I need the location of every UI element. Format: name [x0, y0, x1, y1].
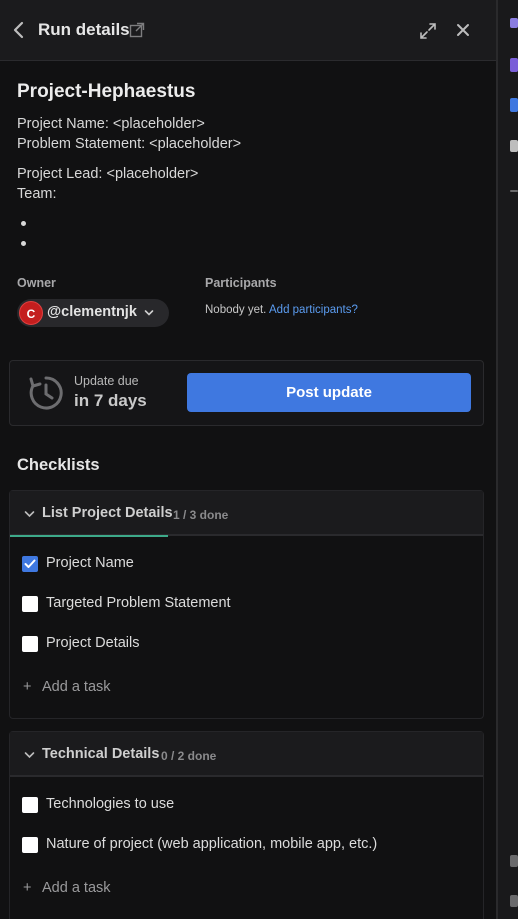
close-icon[interactable] [455, 22, 471, 38]
background-app-strip [498, 0, 518, 919]
checklist-title: List Project Details [42, 505, 173, 521]
app-icon [510, 855, 518, 867]
chevron-down-icon[interactable] [24, 751, 35, 759]
external-link-icon[interactable] [129, 22, 145, 38]
add-task-label: Add a task [42, 679, 111, 695]
update-due-label: Update due [74, 374, 139, 388]
post-update-button[interactable]: Post update [187, 373, 471, 412]
app-icon [510, 98, 518, 112]
checklist-progress-bar [10, 535, 168, 537]
plus-icon: + [23, 880, 32, 896]
app-icon [510, 18, 518, 28]
checklists-heading: Checklists [17, 456, 100, 474]
add-task-button[interactable]: + Add a task [23, 679, 111, 695]
app-icon [510, 140, 518, 152]
task-checkbox[interactable] [22, 636, 38, 652]
task-label: Nature of project (web application, mobi… [46, 836, 378, 852]
update-due-value: in 7 days [74, 391, 147, 410]
task-label: Project Details [46, 635, 140, 651]
task-checkbox[interactable] [22, 596, 38, 612]
expand-icon[interactable] [419, 22, 437, 40]
app-icon [510, 58, 518, 72]
task-label: Technologies to use [46, 796, 175, 812]
app-icon [510, 190, 518, 192]
run-name: Project-Hephaestus [17, 81, 196, 102]
description-line: Project Lead: <placeholder> [17, 166, 199, 182]
panel-header: Run details [0, 0, 496, 61]
task-checkbox[interactable] [22, 837, 38, 853]
owner-label: Owner [17, 276, 56, 290]
description-line: Project Name: <placeholder> [17, 116, 205, 132]
task-label: Targeted Problem Statement [46, 595, 231, 611]
participants-label: Participants [205, 276, 277, 290]
task-checkbox[interactable] [22, 556, 38, 572]
checklist-header[interactable]: Technical Details 0 / 2 done [10, 732, 483, 777]
task-label: Project Name [46, 555, 134, 571]
run-details-panel: Run details Project-Hephaestus Project N… [0, 0, 496, 919]
add-task-label: Add a task [42, 880, 111, 896]
chevron-down-icon[interactable] [144, 309, 154, 317]
task-checkbox[interactable] [22, 797, 38, 813]
list-bullet [21, 221, 26, 226]
panel-title: Run details [38, 20, 130, 39]
description-line: Problem Statement: <placeholder> [17, 136, 242, 152]
add-task-button[interactable]: + Add a task [23, 880, 111, 896]
checklist-progress-count: 1 / 3 done [173, 508, 229, 522]
participants-empty-text: Nobody yet. [205, 304, 267, 316]
checklist-title: Technical Details [42, 746, 160, 762]
description-line: Team: [17, 186, 57, 202]
chevron-down-icon[interactable] [24, 510, 35, 518]
plus-icon: + [23, 679, 32, 695]
avatar: C [19, 301, 43, 325]
app-icon [510, 895, 518, 907]
owner-username[interactable]: @clementnjk [47, 304, 137, 320]
chevron-left-icon[interactable] [10, 20, 28, 40]
add-participants-link[interactable]: Add participants? [269, 304, 358, 316]
checkmark-icon [24, 559, 36, 568]
checklist-header[interactable]: List Project Details 1 / 3 done [10, 491, 483, 537]
checklist-progress-count: 0 / 2 done [161, 749, 217, 763]
list-bullet [21, 241, 26, 246]
clock-refresh-icon [29, 376, 63, 410]
